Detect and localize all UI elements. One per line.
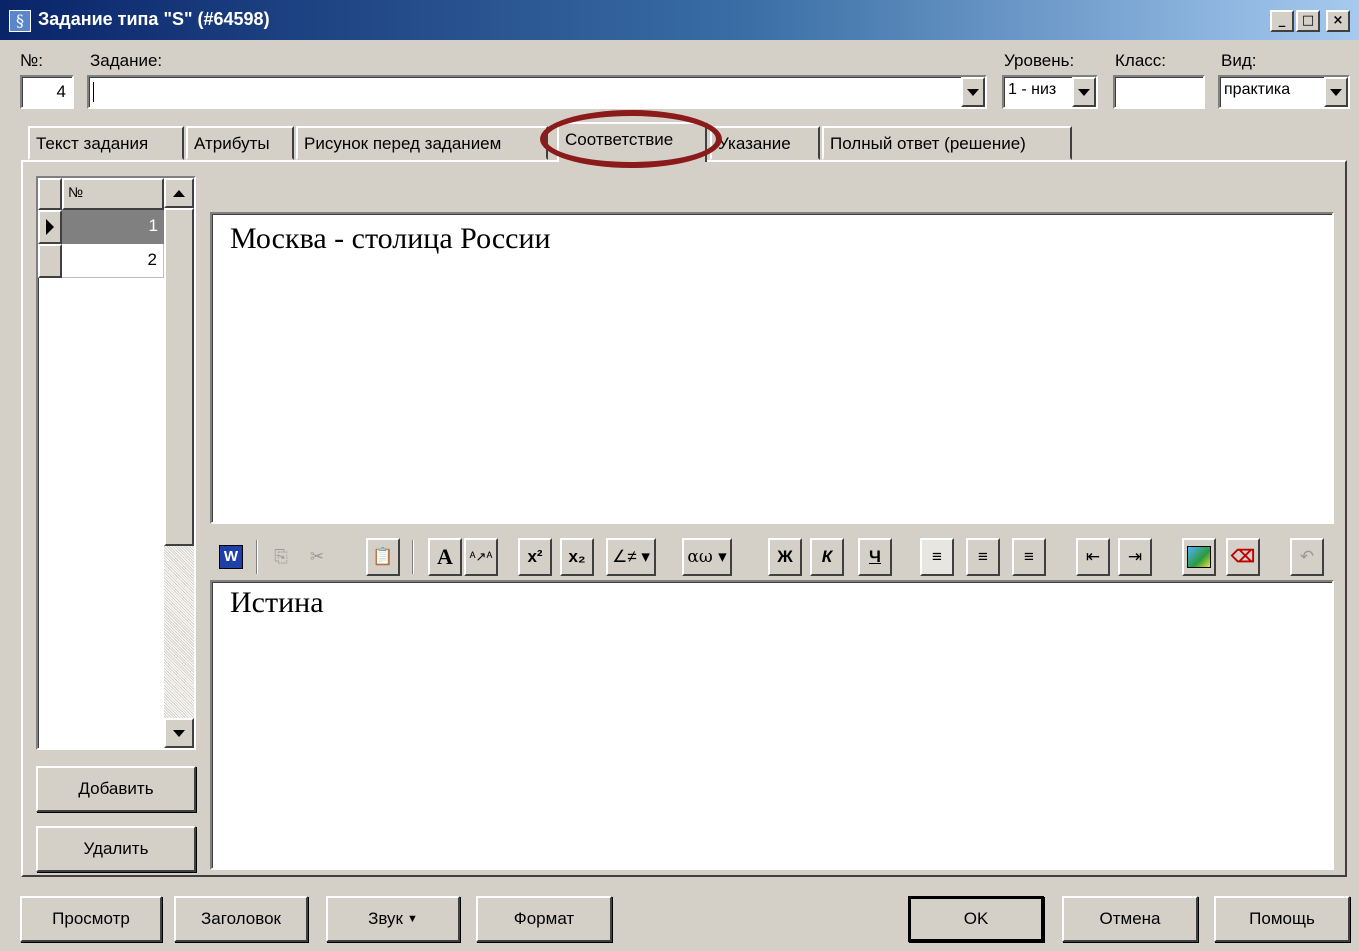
scroll-down-button[interactable] — [164, 718, 194, 748]
help-button[interactable]: Помощь — [1214, 896, 1350, 942]
chevron-down-icon — [1330, 88, 1342, 96]
indent-icon[interactable]: ⇥ — [1118, 538, 1152, 576]
window-title: Задание типа "S" (#64598) — [38, 9, 270, 29]
text-caret — [93, 82, 94, 102]
align-center-icon[interactable]: ≡ — [966, 538, 1000, 576]
grid-row[interactable]: 2 — [62, 244, 164, 278]
greek-symbols-icon[interactable]: αω ▾ — [682, 538, 732, 576]
eraser-icon[interactable]: ⌫ — [1226, 538, 1260, 576]
level-label: Уровень: — [1004, 51, 1075, 70]
subscript-icon[interactable]: x₂ — [560, 538, 594, 576]
maximize-button[interactable]: □ — [1296, 10, 1320, 32]
kind-value: практика — [1224, 81, 1291, 98]
task-combobox[interactable] — [87, 75, 987, 109]
scroll-up-button[interactable] — [164, 178, 194, 208]
title-bar[interactable]: § Задание типа "S" (#64598) _ □ × — [0, 0, 1359, 40]
kind-select[interactable]: практика — [1218, 75, 1350, 109]
undo-icon[interactable]: ↶ — [1290, 538, 1324, 576]
ok-button[interactable]: OK — [908, 896, 1044, 942]
tab-picture-before[interactable]: Рисунок перед заданием — [296, 126, 548, 160]
tab-attributes[interactable]: Атрибуты — [186, 126, 294, 160]
number-label: №: — [20, 51, 43, 70]
copy-icon[interactable]: ⎘ — [264, 538, 298, 576]
tab-full-answer[interactable]: Полный ответ (решение) — [822, 126, 1072, 160]
align-right-icon[interactable]: ≡ — [1012, 538, 1046, 576]
outdent-icon[interactable]: ⇤ — [1076, 538, 1110, 576]
current-row-icon — [46, 219, 54, 235]
task-dropdown-button[interactable] — [961, 77, 985, 107]
kind-dropdown-button[interactable] — [1324, 77, 1348, 107]
sound-button[interactable]: Звук ▼ — [326, 896, 460, 942]
toolbar-separator — [256, 540, 258, 574]
grid-column-header[interactable]: № — [62, 178, 164, 210]
sound-label: Звук — [368, 909, 403, 928]
arrow-down-icon — [173, 729, 185, 737]
item-grid[interactable]: № 1 2 — [36, 176, 196, 750]
grid-corner — [38, 178, 62, 210]
delete-button[interactable]: Удалить — [36, 826, 196, 872]
arrow-up-icon — [173, 189, 185, 197]
answer-editor[interactable]: Истина — [210, 580, 1334, 870]
align-left-icon[interactable]: ≡ — [920, 538, 954, 576]
task-label: Задание: — [90, 51, 163, 70]
format-button[interactable]: Формат — [476, 896, 612, 942]
heading-button[interactable]: Заголовок — [174, 896, 308, 942]
class-field[interactable] — [1113, 75, 1205, 109]
bold-icon[interactable]: Ж — [768, 538, 802, 576]
level-select[interactable]: 1 - низ — [1002, 75, 1098, 109]
grid-row[interactable]: 1 — [62, 210, 164, 244]
toolbar-separator — [412, 540, 414, 574]
preview-button[interactable]: Просмотр — [20, 896, 162, 942]
word-icon[interactable]: W — [214, 538, 248, 576]
math-symbols-icon[interactable]: ∠≠ ▾ — [606, 538, 656, 576]
level-value: 1 - низ — [1008, 81, 1057, 98]
cut-icon[interactable]: ✂ — [300, 538, 334, 576]
underline-icon[interactable]: Ч — [858, 538, 892, 576]
statement-editor[interactable]: Москва - столица России — [210, 212, 1334, 524]
kind-label: Вид: — [1221, 51, 1257, 70]
scroll-thumb[interactable] — [164, 208, 194, 546]
superscript-icon[interactable]: x² — [518, 538, 552, 576]
class-label: Класс: — [1115, 51, 1166, 70]
font-icon[interactable]: A — [428, 538, 462, 576]
highlight-circle — [540, 110, 722, 168]
close-button[interactable]: × — [1326, 10, 1350, 32]
row-indicator[interactable] — [38, 244, 62, 278]
insert-image-icon[interactable] — [1182, 538, 1216, 576]
font-size-icon[interactable]: ᴬ↗ᴬ — [464, 538, 498, 576]
level-dropdown-button[interactable] — [1072, 77, 1096, 107]
chevron-down-icon: ▼ — [406, 913, 418, 925]
chevron-down-icon — [967, 88, 979, 96]
grid-scrollbar[interactable] — [164, 178, 194, 748]
app-icon: § — [9, 10, 31, 32]
cancel-button[interactable]: Отмена — [1062, 896, 1198, 942]
italic-icon[interactable]: К — [810, 538, 844, 576]
add-button[interactable]: Добавить — [36, 766, 196, 812]
tab-task-text[interactable]: Текст задания — [28, 126, 184, 160]
chevron-down-icon — [1078, 88, 1090, 96]
row-indicator[interactable] — [38, 210, 62, 244]
minimize-button[interactable]: _ — [1270, 10, 1294, 32]
tab-hint[interactable]: Указание — [710, 126, 820, 160]
number-field[interactable]: 4 — [20, 75, 74, 109]
paste-icon[interactable]: 📋 — [366, 538, 400, 576]
